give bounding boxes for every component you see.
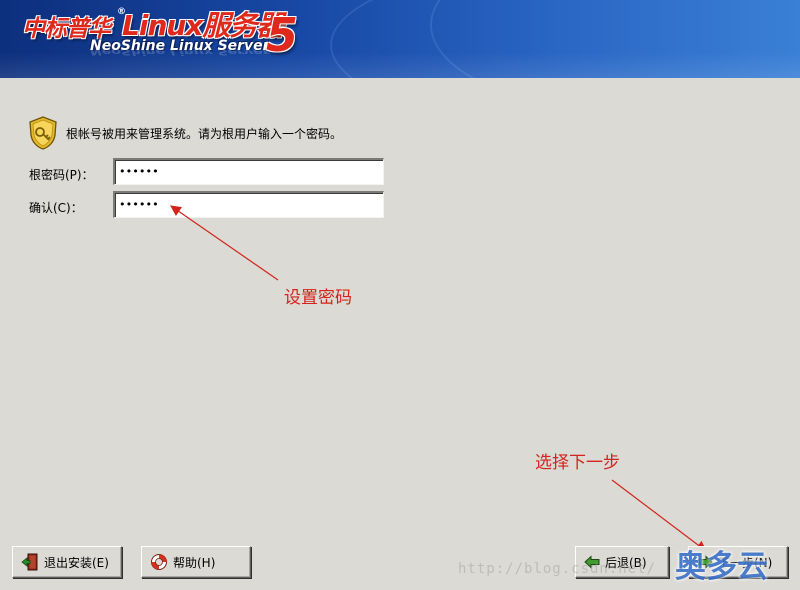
header-banner: 中标普华 ® Linux服务器 NeoShine Linux Server Ne… (0, 0, 800, 78)
confirm-password-label: 确认(C)： (29, 201, 83, 215)
corner-watermark: 奥多云 (675, 549, 768, 585)
annotation-set-password: 设置密码 (284, 288, 352, 308)
lifebuoy-icon (151, 554, 167, 570)
root-password-input[interactable]: •••••• (113, 158, 384, 185)
annotation-arrows (170, 205, 707, 552)
intro-text: 根帐号被用来管理系统。请为根用户输入一个密码。 (66, 127, 343, 141)
confirm-password-input[interactable]: •••••• (113, 191, 384, 218)
root-password-label: 根密码(P)： (29, 168, 94, 182)
exit-install-button[interactable]: 退出安装(E) (12, 546, 122, 578)
brand-reflection: NeoShine Linux Server (90, 46, 270, 56)
blog-watermark: http://blog.csdn.net/ (458, 561, 657, 577)
annotation-choose-next: 选择下一步 (535, 453, 620, 473)
help-button[interactable]: 帮助(H) (141, 546, 251, 578)
exit-door-icon (21, 553, 38, 571)
help-label: 帮助(H) (173, 555, 216, 570)
banner-swoosh (430, 0, 800, 78)
version-number: 5 (266, 8, 299, 62)
shield-key-icon (29, 116, 57, 150)
exit-install-label: 退出安装(E) (44, 555, 109, 570)
